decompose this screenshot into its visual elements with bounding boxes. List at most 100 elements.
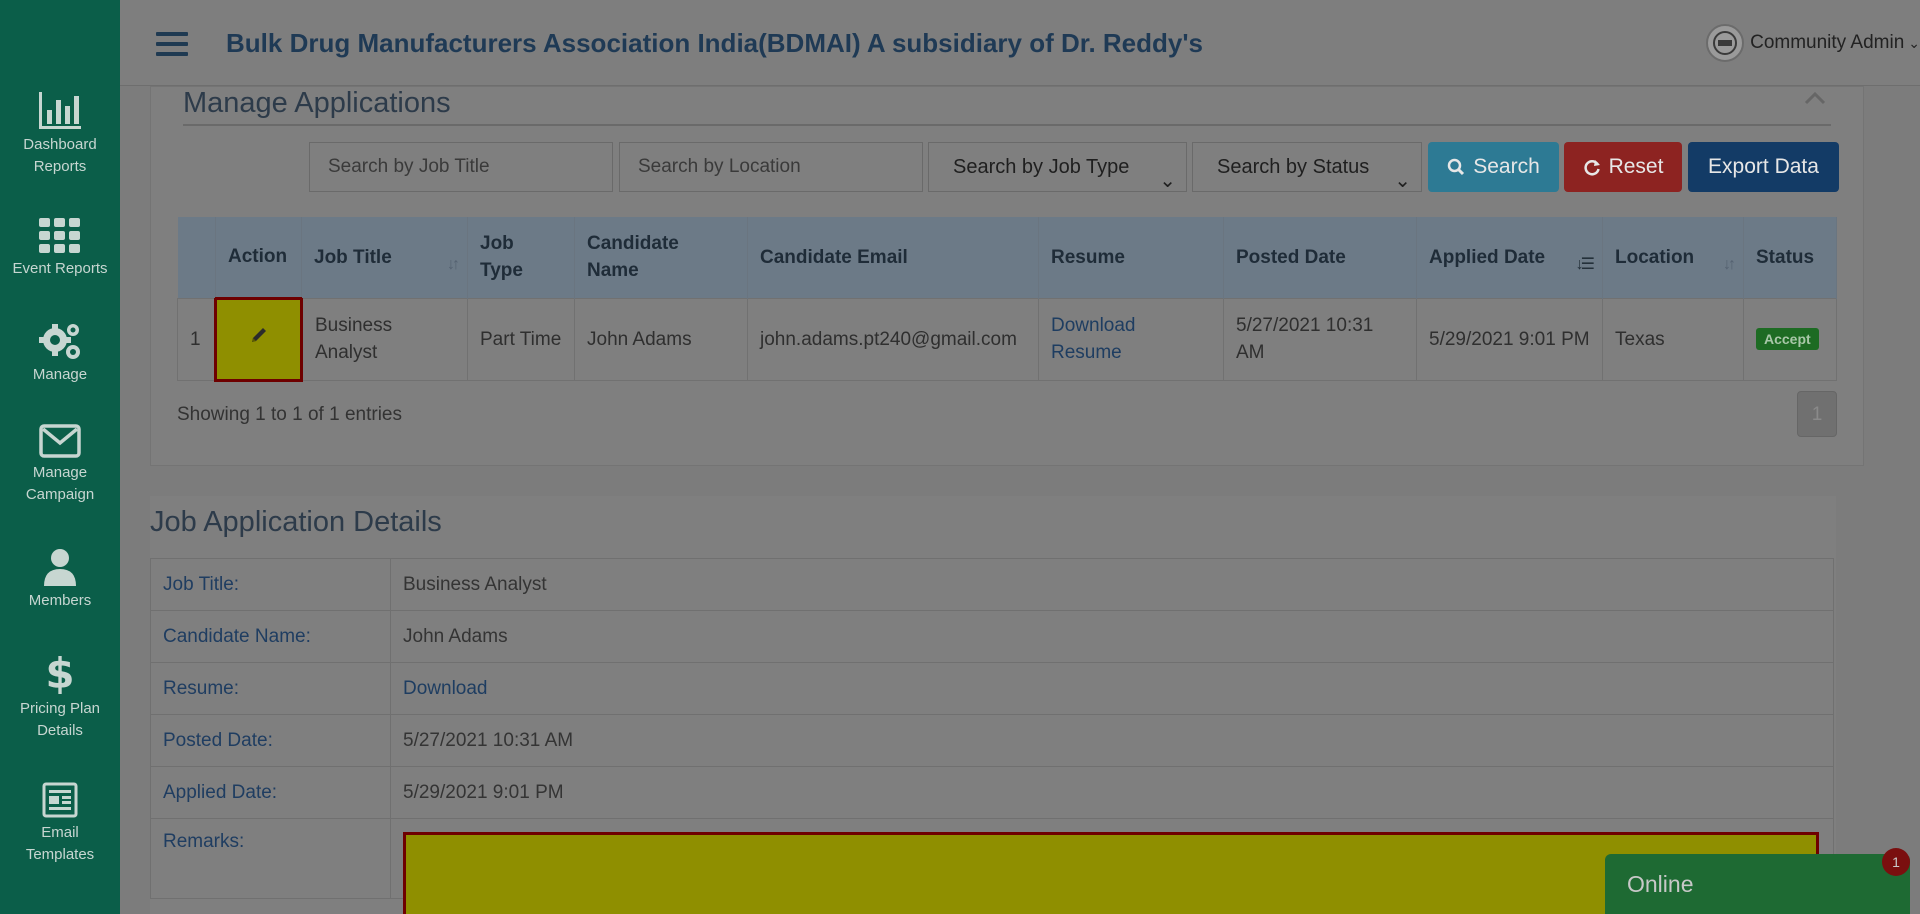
column-header-job-type: Job Type xyxy=(467,217,575,298)
job-type-select[interactable]: Search by Job Type ⌄ xyxy=(928,142,1187,192)
cell-resume: Download Resume xyxy=(1038,297,1224,381)
sidebar-item-event-reports[interactable]: Event Reports xyxy=(0,218,120,280)
column-header-resume: Resume xyxy=(1038,217,1224,298)
detail-value: 5/29/2021 9:01 PM xyxy=(390,766,1834,819)
search-icon xyxy=(1447,158,1465,176)
edit-button[interactable] xyxy=(214,296,303,382)
detail-row-resume: Resume: Download xyxy=(150,662,1834,715)
search-button[interactable]: Search xyxy=(1428,142,1559,192)
sidebar-item-members[interactable]: Members xyxy=(0,548,120,612)
detail-label: Job Title: xyxy=(150,558,391,611)
chevron-up-icon[interactable] xyxy=(1803,89,1827,107)
cell-candidate-name: John Adams xyxy=(574,297,748,381)
sidebar-item-label: Dashboard Reports xyxy=(23,136,97,175)
row-index: 1 xyxy=(177,297,216,381)
status-select-value: Search by Status xyxy=(1217,156,1370,178)
location-search-input[interactable]: Search by Location xyxy=(619,142,923,192)
chevron-down-icon: ⌄ xyxy=(1394,170,1411,192)
sidebar: Dashboard Reports Event Reports Manage M… xyxy=(0,0,120,914)
status-select[interactable]: Search by Status ⌄ xyxy=(1192,142,1422,192)
column-header-status: Status xyxy=(1743,217,1837,298)
sort-icon: ↓↑ xyxy=(447,256,460,273)
detail-value: John Adams xyxy=(390,610,1834,663)
sidebar-item-label: Members xyxy=(28,592,92,609)
user-name: Community Admin xyxy=(1750,32,1905,53)
job-title-search-input[interactable]: Search by Job Title xyxy=(309,142,613,192)
dollar-icon: $ xyxy=(46,652,74,694)
reset-button[interactable]: Reset xyxy=(1564,142,1682,192)
sidebar-item-pricing-plan-details[interactable]: $ Pricing Plan Details xyxy=(0,652,120,742)
gears-icon xyxy=(39,324,80,359)
sidebar-item-manage-campaign[interactable]: Manage Campaign xyxy=(0,424,120,506)
cell-applied-date: 5/29/2021 9:01 PM xyxy=(1416,297,1603,381)
detail-label: Posted Date: xyxy=(150,714,391,767)
cell-status: Accept xyxy=(1743,297,1837,381)
sidebar-item-manage[interactable]: Manage xyxy=(0,322,120,386)
sidebar-item-email-templates[interactable]: Email Templates xyxy=(0,782,120,866)
job-type-select-value: Search by Job Type xyxy=(953,156,1130,178)
column-header-action: Action xyxy=(215,217,302,298)
detail-row-job-title: Job Title: Business Analyst xyxy=(150,558,1834,611)
top-bar: Bulk Drug Manufacturers Association Indi… xyxy=(120,0,1920,86)
online-chat-widget[interactable]: Online xyxy=(1605,854,1910,914)
applications-table: Action Job Title ↓↑ Job Type Candidate N… xyxy=(177,217,1837,382)
table-header-row: Action Job Title ↓↑ Job Type Candidate N… xyxy=(177,217,1837,298)
sidebar-item-label: Pricing Plan Details xyxy=(19,700,101,739)
column-header-applied-date[interactable]: Applied Date ↓☰ xyxy=(1416,217,1603,298)
notification-badge: 1 xyxy=(1882,848,1910,876)
sidebar-item-label: Manage xyxy=(32,366,88,383)
column-header-posted-date: Posted Date xyxy=(1223,217,1417,298)
manage-applications-panel: Manage Applications Search by Job Title … xyxy=(150,86,1864,466)
divider xyxy=(183,124,1831,126)
detail-label: Applied Date: xyxy=(150,766,391,819)
detail-row-applied-date: Applied Date: 5/29/2021 9:01 PM xyxy=(150,766,1834,819)
column-header-label: Location xyxy=(1615,246,1695,268)
refresh-icon xyxy=(1583,160,1600,176)
column-header-candidate-name: Candidate Name xyxy=(574,217,748,298)
entries-info: Showing 1 to 1 of 1 entries xyxy=(177,404,402,425)
detail-label: Resume: xyxy=(150,662,391,715)
status-badge: Accept xyxy=(1756,328,1819,350)
column-header-location[interactable]: Location ↓↑ xyxy=(1602,217,1744,298)
section-title: Job Application Details xyxy=(150,506,442,538)
hamburger-menu-icon[interactable] xyxy=(156,32,188,60)
download-link[interactable]: Download xyxy=(403,678,488,699)
column-header-label: Job Title xyxy=(314,246,392,268)
chevron-down-icon: ⌄ xyxy=(1159,170,1176,192)
sort-icon: ↓↑ xyxy=(1723,256,1736,273)
app-title: Bulk Drug Manufacturers Association Indi… xyxy=(226,28,1203,58)
export-data-button[interactable]: Export Data xyxy=(1688,142,1839,192)
sidebar-item-dashboard-reports[interactable]: Dashboard Reports xyxy=(0,92,120,178)
logo-icon xyxy=(1713,31,1738,55)
user-icon xyxy=(44,549,76,586)
avatar xyxy=(1706,24,1745,62)
cell-candidate-email: john.adams.pt240@gmail.com xyxy=(747,297,1039,381)
download-resume-link[interactable]: Download Resume xyxy=(1051,315,1136,363)
cell-job-title: Business Analyst xyxy=(301,297,468,381)
pencil-icon xyxy=(251,328,266,342)
sidebar-item-label: Manage Campaign xyxy=(25,464,95,503)
cell-job-type: Part Time xyxy=(467,297,575,381)
detail-value: Business Analyst xyxy=(390,558,1834,611)
detail-label: Remarks: xyxy=(150,818,391,899)
detail-value: 5/27/2021 10:31 AM xyxy=(390,714,1834,767)
section-title: Manage Applications xyxy=(183,87,451,119)
column-header-job-title[interactable]: Job Title ↓↑ xyxy=(301,217,468,298)
chevron-down-icon: ⌄ xyxy=(1908,34,1920,51)
bar-chart-icon xyxy=(39,92,81,129)
search-button-label: Search xyxy=(1473,155,1540,178)
reset-button-label: Reset xyxy=(1608,155,1664,178)
detail-value: Download xyxy=(390,662,1834,715)
column-header-index xyxy=(177,217,216,298)
user-menu[interactable]: Community Admin ⌄ xyxy=(1706,24,1920,62)
detail-row-posted-date: Posted Date: 5/27/2021 10:31 AM xyxy=(150,714,1834,767)
envelope-icon xyxy=(39,424,81,458)
grid-icon xyxy=(39,218,80,253)
column-header-label: Applied Date xyxy=(1429,246,1546,268)
document-icon xyxy=(42,782,78,818)
pagination-page-button[interactable]: 1 xyxy=(1797,391,1837,437)
job-application-details-panel: Job Application Details Job Title: Busin… xyxy=(150,496,1836,914)
sort-descending-icon: ↓☰ xyxy=(1575,256,1595,273)
sidebar-item-label: Event Reports xyxy=(12,260,108,277)
detail-label: Candidate Name: xyxy=(150,610,391,663)
